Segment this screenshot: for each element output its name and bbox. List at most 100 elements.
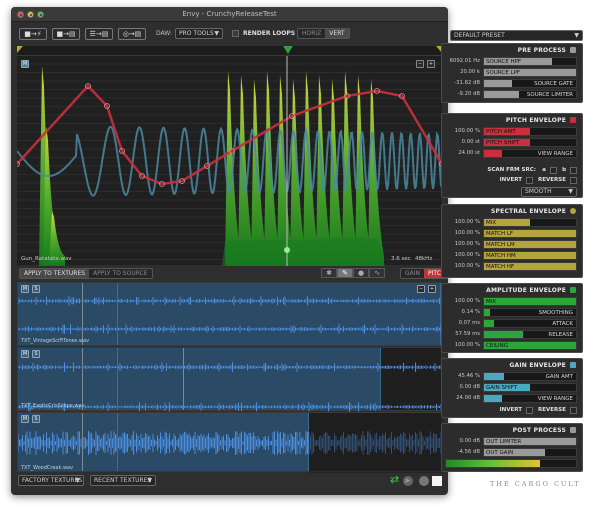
param-slider[interactable]: SMOOTHING <box>483 308 577 317</box>
tab-apply-to-textures[interactable]: APPLY TO TEXTURES <box>20 269 90 278</box>
pitch-envelope-toggle[interactable] <box>570 117 576 123</box>
param-slider[interactable]: SOURCE LIMITER <box>483 90 577 99</box>
param-slider-fill <box>484 331 523 338</box>
track-zoom-out-button[interactable]: − <box>417 285 425 293</box>
param-slider[interactable]: MATCH LM <box>483 240 577 249</box>
param-slider[interactable]: MIX <box>483 218 577 227</box>
brush-tool-button[interactable]: ● <box>353 268 369 278</box>
param-row: 100.00 % MATCH LM <box>442 240 582 249</box>
track-zoom-in-button[interactable]: + <box>428 285 436 293</box>
scan-b-label: b <box>562 167 566 173</box>
param-value: 100.00 % <box>454 219 480 225</box>
solo-button[interactable]: S <box>32 350 40 358</box>
param-row: 0.07 ms ATTACK <box>442 319 582 328</box>
gain-invert-checkbox[interactable] <box>526 407 533 414</box>
ruler-markers <box>17 46 442 54</box>
chevron-down-icon: ▼ <box>568 188 573 195</box>
param-slider[interactable]: GAIN SHIFT <box>483 383 577 392</box>
param-slider[interactable]: MATCH HF <box>483 262 577 271</box>
scan-a-checkbox[interactable] <box>550 167 557 174</box>
spectral-envelope-toggle[interactable] <box>570 208 576 214</box>
param-slider[interactable]: CEILING <box>483 341 577 350</box>
factory-textures-dropdown[interactable]: FACTORY TEXTURES ▼ <box>18 475 84 486</box>
track-region-marker[interactable] <box>183 348 184 410</box>
playhead-marker[interactable] <box>283 46 293 54</box>
param-slider-fill <box>484 320 495 327</box>
stop-button[interactable] <box>432 476 442 486</box>
param-value: 57.59 ms <box>455 331 480 337</box>
list-to-track-button[interactable]: ☰→▤ <box>85 28 113 40</box>
param-label: SOURCE HPF <box>486 59 522 65</box>
param-slider[interactable]: VIEW RANGE <box>483 394 577 403</box>
solo-button[interactable]: S <box>32 285 40 293</box>
play-icon: ▶ <box>405 477 411 484</box>
loop-toggle-icon[interactable]: ⇄ <box>390 474 399 486</box>
mute-icon[interactable]: M <box>21 60 29 68</box>
orientation-vert[interactable]: VERT <box>325 29 349 38</box>
param-slider[interactable]: SOURCE GATE <box>483 79 577 88</box>
param-row: 57.59 ms RELEASE <box>442 330 582 339</box>
gain-envelope-toggle[interactable] <box>570 362 576 368</box>
wave-tool-button[interactable]: ∿ <box>369 268 385 278</box>
tab-apply-to-source[interactable]: APPLY TO SOURCE <box>89 269 152 278</box>
track-to-plug-button[interactable]: ■→⚡ <box>19 28 47 40</box>
param-slider[interactable]: PITCH SHIFT <box>483 138 577 147</box>
amplitude-envelope-toggle[interactable] <box>570 287 576 293</box>
factory-textures-label: FACTORY TEXTURES <box>22 477 83 484</box>
orientation-horiz[interactable]: HORIZ <box>298 29 325 38</box>
chevron-down-icon: ▼ <box>147 477 152 484</box>
pre-process-panel: PRE PROCESS 6092.01 Hz SOURCE HPF 20.00 k S… <box>441 43 583 103</box>
timeline-ruler[interactable] <box>17 46 442 55</box>
param-slider[interactable]: OUT GAIN <box>483 448 577 457</box>
param-slider[interactable]: PITCH AMT <box>483 127 577 136</box>
bug-tool-button[interactable]: ✱ <box>321 268 337 278</box>
mute-button[interactable]: M <box>21 415 29 423</box>
envelope-canvas[interactable] <box>17 56 442 266</box>
daw-dropdown[interactable]: PRO TOOLS ▼ <box>175 28 223 39</box>
pitch-reverse-checkbox[interactable] <box>570 177 577 184</box>
param-slider[interactable]: MATCH LF <box>483 229 577 238</box>
mute-button[interactable]: M <box>21 350 29 358</box>
texture-track[interactable]: M S TXT_WoodCreak.wav <box>17 412 443 473</box>
pitch-invert-checkbox[interactable] <box>526 177 533 184</box>
zoom-in-button[interactable]: + <box>427 60 435 68</box>
amplitude-envelope-panel: AMPLITUDE ENVELOPE 100.00 % MIX 0.14 % SMOO… <box>441 283 583 353</box>
track-loop-marker[interactable] <box>82 413 83 471</box>
record-button[interactable] <box>419 476 429 486</box>
smoothing-mode-dropdown[interactable]: SMOOTH ▼ <box>521 187 577 197</box>
track-to-track-button[interactable]: ■→▤ <box>52 28 80 40</box>
zoom-out-button[interactable]: − <box>416 60 424 68</box>
recent-textures-dropdown[interactable]: RECENT TEXTURES ▼ <box>90 475 156 486</box>
param-slider[interactable]: OUT LIMITER <box>483 437 577 446</box>
param-slider[interactable]: ATTACK <box>483 319 577 328</box>
preset-dropdown[interactable]: DEFAULT PRESET ▼ <box>450 30 583 41</box>
pencil-tool-button[interactable]: ✎ <box>337 268 353 278</box>
param-row: 6092.01 Hz SOURCE HPF <box>442 57 582 66</box>
tab-gain[interactable]: GAIN <box>401 269 424 278</box>
gain-reverse-checkbox[interactable] <box>570 407 577 414</box>
list-to-track-icon: ☰→▤ <box>89 30 109 38</box>
param-slider[interactable]: MIX <box>483 297 577 306</box>
loop-start-marker[interactable] <box>17 46 23 53</box>
track-loop-marker[interactable] <box>82 348 83 410</box>
solo-button[interactable]: S <box>32 415 40 423</box>
mute-button[interactable]: M <box>21 285 29 293</box>
waveform-overflow-shade <box>309 413 443 473</box>
play-button[interactable]: ▶ <box>403 476 413 486</box>
pre-process-toggle[interactable] <box>570 47 576 53</box>
param-slider[interactable]: RELEASE <box>483 330 577 339</box>
param-slider[interactable]: SOURCE LPF <box>483 68 577 77</box>
post-process-toggle[interactable] <box>570 427 576 433</box>
param-slider[interactable]: VIEW RANGE <box>483 149 577 158</box>
envelope-view[interactable]: M − + Gun_Ratatata.wav 3.6 sec 48kHz <box>17 55 442 266</box>
texture-track[interactable]: M S − + TXT_VintageSciFiTones.wav <box>17 282 443 346</box>
post-process-panel: POST PROCESS 0.00 dB OUT LIMITER -4.56 dB O… <box>441 423 583 472</box>
track-loop-marker[interactable] <box>82 283 83 345</box>
render-loops-checkbox[interactable] <box>232 30 239 37</box>
param-slider[interactable]: GAIN AMT <box>483 372 577 381</box>
param-slider[interactable]: SOURCE HPF <box>483 57 577 66</box>
param-slider[interactable]: MATCH HM <box>483 251 577 260</box>
record-to-track-button[interactable]: ◎→▤ <box>118 28 146 40</box>
texture-track[interactable]: M S TXT_ExoticCrisScape.wav <box>17 347 443 412</box>
scan-b-checkbox[interactable] <box>570 167 577 174</box>
